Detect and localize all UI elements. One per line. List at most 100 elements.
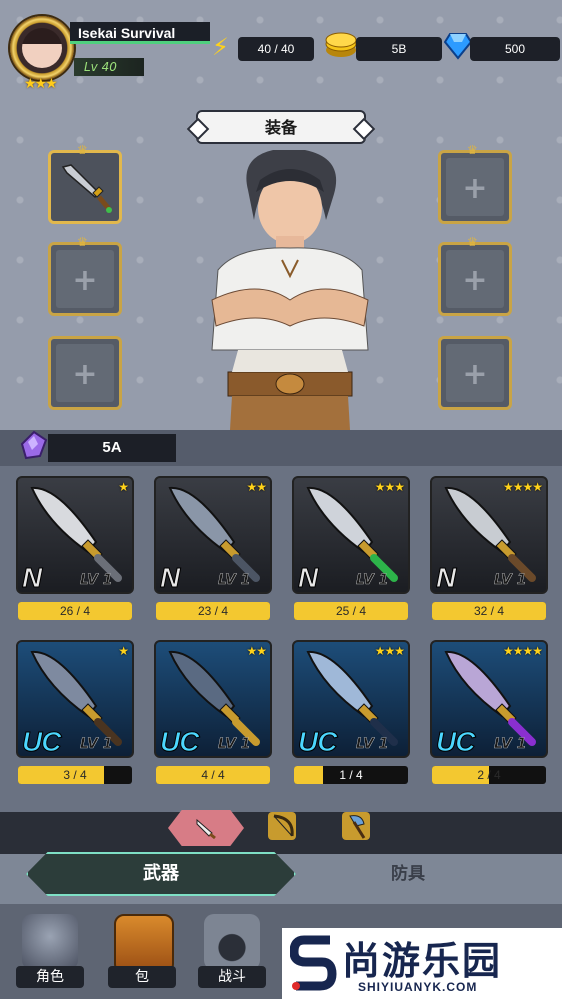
weapon-card-art: ★ UC LV 1 [16,640,134,758]
nav-character-label: 角色 [16,966,84,988]
gold-coin-icon [324,30,358,69]
tab-armor[interactable]: 防具 [330,856,486,892]
weapon-card-art: ★ N LV 1 [16,476,134,594]
weapon-rank: UC [297,726,337,757]
weapon-card-art: ★★★★ UC LV 1 [430,640,548,758]
gem-icon [443,30,473,69]
weapon-level: LV 1 [218,572,251,588]
shard-counter: 5A [48,434,176,462]
weapon-rank: UC [435,726,475,757]
weapon-rank: N [159,562,180,593]
upgrade-progress-text: 2 / 4 [477,768,501,782]
upgrade-progress-text: 26 / 4 [59,604,91,618]
weapon-card[interactable]: ★ UC LV 1 3 / 4 [16,640,134,790]
weapon-level: LV 1 [494,736,527,752]
category-tab-weapon[interactable] [168,810,244,846]
upgrade-progress-text: 1 / 4 [339,768,363,782]
weapon-card[interactable]: ★★ N LV 1 23 / 4 [154,476,272,626]
rarity-stars: ★ [118,480,129,494]
weapon-level: LV 1 [80,572,113,588]
bow-icon [273,814,294,837]
axe-icon [349,815,366,839]
weapon-card[interactable]: ★★★★ N LV 1 32 / 4 [430,476,548,626]
upgrade-progress-text: 23 / 4 [197,604,229,618]
crown-icon: ♛ [77,143,88,157]
avatar-stars: ★★★ [24,76,58,92]
category-tab-axe[interactable] [342,812,370,840]
equip-slot-4[interactable]: ♛ + [438,143,512,224]
watermark: 尚游乐园 SHIYIUANYK.COM [282,928,562,999]
rarity-stars: ★★★★ [502,644,543,658]
lightning-icon: ⚡ [212,33,229,61]
rarity-stars: ★★★ [374,644,405,658]
bag-icon [114,914,174,974]
upgrade-progress-bar: 4 / 4 [156,766,270,784]
gold-counter[interactable]: 5B [356,37,442,61]
weapon-card[interactable]: ★★ UC LV 1 4 / 4 [154,640,272,790]
equipment-title: 装备 [196,110,366,144]
gem-counter[interactable]: 500 [470,37,560,61]
avatar-portrait [22,28,62,68]
rarity-stars: ★★ [246,644,266,658]
nav-battle-label: 战斗 [198,966,266,988]
weapon-rank: N [21,562,42,593]
weapon-level: LV 1 [80,736,113,752]
knife-icon [196,818,216,840]
equip-slot-2[interactable]: ♛ + [48,235,122,316]
upgrade-progress-bar: 32 / 4 [432,602,546,620]
plus-icon: + [72,263,98,298]
upgrade-progress-bar: 26 / 4 [18,602,132,620]
nav-battle[interactable]: 战斗 [192,910,272,990]
weapon-card[interactable]: ★ N LV 1 26 / 4 [16,476,134,626]
rarity-stars: ★★★★ [502,480,543,494]
weapon-rank: UC [159,726,199,757]
equip-slot-5[interactable]: ♛ + [438,235,512,316]
watermark-url: SHIYIUANYK.COM [358,980,478,994]
crown-icon: ♛ [467,235,478,249]
weapon-card[interactable]: ★★★★ UC LV 1 2 / 4 [430,640,548,790]
plus-icon: + [462,357,488,392]
weapon-card[interactable]: ★★★ N LV 1 25 / 4 [292,476,410,626]
crown-icon: ♛ [467,143,478,157]
nav-bag-label: 包 [108,966,176,988]
purple-shard-icon [18,430,48,467]
player-level: Lv 40 [74,58,144,76]
rarity-stars: ★ [118,644,129,658]
equip-slot-weapon[interactable]: ♛ [48,143,122,224]
nav-bag[interactable]: 包 [102,910,182,990]
upgrade-progress-text: 25 / 4 [335,604,367,618]
weapon-card-art: ★★ UC LV 1 [154,640,272,758]
watermark-logo-icon [290,935,337,991]
upgrade-progress-bar: 2 / 4 [432,766,546,784]
equip-slot-3[interactable]: + [48,336,122,410]
plus-icon: + [72,357,98,392]
weapon-level: LV 1 [356,572,389,588]
tab-weapons[interactable]: 武器 [26,852,296,896]
weapon-level: LV 1 [356,736,389,752]
rarity-stars: ★★★ [374,480,405,494]
upgrade-progress-text: 32 / 4 [473,604,505,618]
upgrade-progress-bar: 25 / 4 [294,602,408,620]
equip-slot-6[interactable]: + [438,336,512,410]
weapon-card-art: ★★★ N LV 1 [292,476,410,594]
plus-icon: + [462,263,488,298]
weapon-rank: N [297,562,318,593]
weapon-level: LV 1 [494,572,527,588]
energy-counter[interactable]: 40 / 40 [238,37,314,61]
helmet-icon [22,914,78,970]
plus-icon: + [462,171,488,206]
player-name: Isekai Survival [70,22,210,44]
weapon-card[interactable]: ★★★ UC LV 1 1 / 4 [292,640,410,790]
weapon-rank: UC [21,726,61,757]
upgrade-progress-text: 4 / 4 [201,768,225,782]
upgrade-progress-bar: 1 / 4 [294,766,408,784]
weapon-rank: N [435,562,456,593]
category-tab-bow[interactable] [268,812,296,840]
weapon-card-art: ★★★★ N LV 1 [430,476,548,594]
hero-character [211,150,369,430]
upgrade-progress-bar: 3 / 4 [18,766,132,784]
watermark-title: 尚游乐园 [342,939,503,983]
nav-character[interactable]: 角色 [10,910,90,990]
upgrade-progress-bar: 23 / 4 [156,602,270,620]
weapon-card-art: ★★★ UC LV 1 [292,640,410,758]
